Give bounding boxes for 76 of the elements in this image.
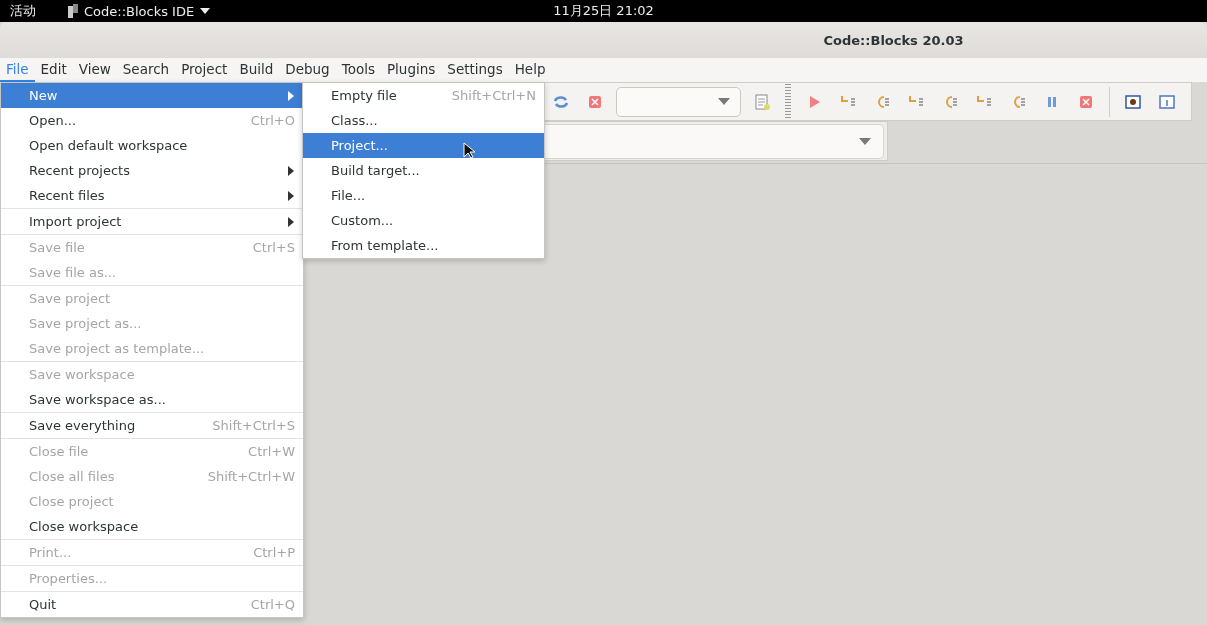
menu-item[interactable]: Open default workspace (1, 133, 303, 158)
menu-item-label: Save project (29, 291, 111, 306)
menu-item-label: Save file (29, 240, 85, 255)
menu-item-label: Project... (331, 138, 388, 153)
menu-bar-item[interactable]: Tools (335, 58, 381, 82)
menu-item-label: Custom... (331, 213, 394, 228)
menu-item-label: Save workspace (29, 367, 135, 382)
window-title: Code::Blocks 20.03 (823, 32, 964, 48)
menu-item-label: Open... (29, 113, 77, 128)
menu-item[interactable]: Class... (303, 108, 544, 133)
menu-item-label: Close all files (29, 469, 115, 484)
menu-item[interactable]: Recent files (1, 183, 303, 208)
menu-bar-item[interactable]: Edit (34, 58, 73, 82)
shortcut-label: Ctrl+W (248, 444, 295, 459)
debug-window-icon[interactable] (1124, 92, 1142, 111)
shortcut-label: Shift+Ctrl+S (212, 418, 295, 433)
menu-item[interactable]: From template... (303, 233, 544, 258)
menu-item[interactable]: Custom... (303, 208, 544, 233)
menu-bar-item[interactable]: Project (175, 58, 234, 82)
app-menu-button[interactable]: Code::Blocks IDE (68, 3, 211, 19)
dropdown-arrow-icon (718, 98, 730, 105)
activities-button[interactable]: 活动 (10, 2, 36, 20)
menu-item-label: Save workspace as... (29, 392, 166, 407)
menu-item-label: Print... (29, 545, 72, 560)
document-icon[interactable] (753, 92, 771, 111)
caret-icon (200, 8, 211, 14)
menu-item[interactable]: File... (303, 183, 544, 208)
app-icon (68, 4, 78, 18)
menu-item-label: New (29, 88, 58, 103)
menu-item-label: Recent files (29, 188, 105, 203)
menu-item[interactable]: Import project (1, 209, 303, 234)
menu-bar-item[interactable]: Help (508, 58, 552, 82)
menu-item[interactable]: Project... (303, 133, 544, 158)
menu-item-label: Import project (29, 214, 122, 229)
menu-item-label: File... (331, 188, 366, 203)
shortcut-label: Ctrl+P (253, 545, 295, 560)
shortcut-label: Shift+Ctrl+W (207, 469, 295, 484)
menu-item[interactable]: Quit Ctrl+Q (1, 592, 303, 617)
shortcut-label: Ctrl+S (252, 240, 295, 255)
info-window-icon[interactable] (1158, 92, 1176, 111)
menu-bar-item[interactable]: Search (116, 58, 176, 82)
menu-item-label: Empty file (331, 88, 397, 103)
menu-item-label: Close file (29, 444, 89, 459)
menu-item-label: From template... (331, 238, 439, 253)
menu-item-label: Quit (29, 597, 57, 612)
menu-item-label: Open default workspace (29, 138, 188, 153)
menu-item[interactable]: Save everything Shift+Ctrl+S (1, 413, 303, 438)
build-target-dropdown[interactable] (616, 86, 741, 117)
menu-item-label: Save project as... (29, 316, 142, 331)
shortcut-label: Ctrl+Q (250, 597, 295, 612)
mouse-pointer-icon (463, 142, 475, 159)
clock[interactable]: 11月25日 21:02 (553, 2, 654, 20)
menu-bar-item[interactable]: Plugins (380, 58, 442, 82)
menu-item[interactable]: Recent projects (1, 158, 303, 183)
menu-bar-item[interactable]: View (72, 58, 117, 82)
menu-item-label: Save file as... (29, 265, 117, 280)
menu-item-label: Save everything (29, 418, 136, 433)
menu-bar-item[interactable]: Settings (441, 58, 509, 82)
menu-bar-item[interactable]: Build (233, 58, 280, 82)
menu-item-label: Save project as template... (29, 341, 205, 356)
menu-item[interactable]: Close workspace (1, 514, 303, 539)
menu-item-label: Build target... (331, 163, 420, 178)
menu-item-label: Close project (29, 494, 114, 509)
menu-item[interactable]: New (1, 83, 303, 108)
menu-item-label: Properties... (29, 571, 108, 586)
menu-item[interactable]: Build target... (303, 158, 544, 183)
menu-bar-item[interactable]: Debug (279, 58, 336, 82)
shortcut-label: Shift+Ctrl+N (451, 88, 536, 103)
dropdown-arrow-icon (859, 137, 871, 145)
menu-item[interactable]: Save workspace as... (1, 387, 303, 412)
menu-item-label: Recent projects (29, 163, 130, 178)
menu-item[interactable]: Empty file Shift+Ctrl+N (303, 83, 544, 108)
menu-item-label: Close workspace (29, 519, 139, 534)
shortcut-label: Ctrl+O (250, 113, 295, 128)
menu-item[interactable]: Open... Ctrl+O (1, 108, 303, 133)
menu-item-label: Class... (331, 113, 378, 128)
